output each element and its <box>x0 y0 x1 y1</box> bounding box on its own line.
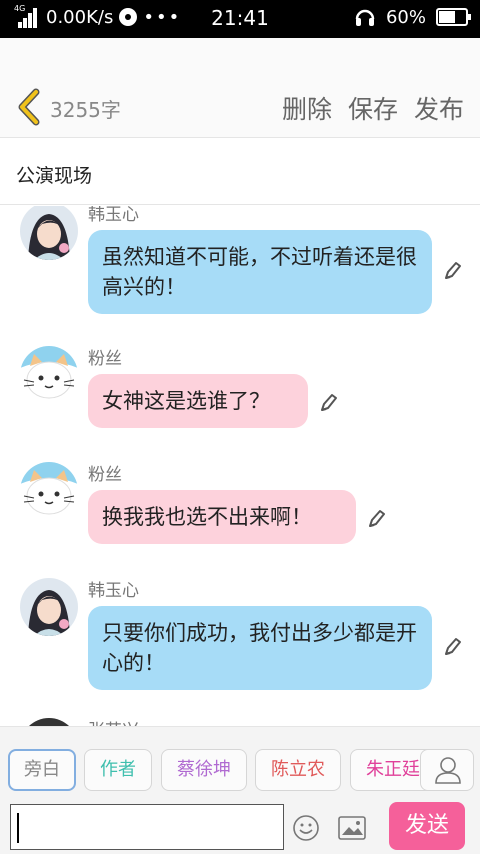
send-button[interactable]: 发送 <box>389 802 465 850</box>
header-actions: 删除 保存 发布 <box>282 90 464 126</box>
role-narrator[interactable]: 旁白 <box>8 749 76 791</box>
message-bubble[interactable]: 换我我也选不出来啊！ <box>88 490 356 544</box>
avatar[interactable] <box>20 578 78 636</box>
battery-icon <box>436 8 471 26</box>
text-caret <box>17 813 19 843</box>
sender-name: 韩玉心 <box>88 206 139 225</box>
sender-name: 粉丝 <box>88 465 122 485</box>
message-input[interactable] <box>10 804 284 850</box>
delete-button[interactable]: 删除 <box>282 90 332 126</box>
message-bubble[interactable]: 女神这是选谁了？ <box>88 374 308 428</box>
edit-pencil-icon[interactable] <box>442 636 462 658</box>
avatar[interactable] <box>20 346 78 404</box>
scene-title: 公演现场 <box>16 165 93 187</box>
role-author[interactable]: 作者 <box>84 749 152 791</box>
scene-title-bar[interactable]: 公演现场 <box>0 139 480 205</box>
editor-header: 3255字 删除 保存 发布 <box>0 38 480 138</box>
message-bubble[interactable]: 只要你们成功，我付出多少都是开心的！ <box>88 606 432 690</box>
edit-pencil-icon[interactable] <box>366 508 386 530</box>
sender-name: 韩玉心 <box>88 581 139 601</box>
battery-percent: 60% <box>385 6 426 28</box>
edit-pencil-icon[interactable] <box>442 260 462 282</box>
sender-name: 粉丝 <box>88 349 122 369</box>
role-selector: 旁白 作者 蔡徐坤 陈立农 朱正廷 <box>0 726 480 806</box>
composer: 发送 <box>0 796 480 854</box>
chat-list[interactable]: 韩玉心 虽然知道不可能，不过听着还是很高兴的！ 粉丝 女神这是选谁了？ 粉丝 换… <box>0 206 480 726</box>
publish-button[interactable]: 发布 <box>414 90 464 126</box>
role-cai-xukun[interactable]: 蔡徐坤 <box>161 749 247 791</box>
avatar[interactable] <box>20 462 78 520</box>
smiley-icon[interactable] <box>292 814 320 842</box>
headphones-icon <box>355 9 375 26</box>
save-button[interactable]: 保存 <box>348 90 398 126</box>
edit-pencil-icon[interactable] <box>318 392 338 414</box>
contacts-user-icon[interactable] <box>420 749 474 791</box>
status-right: 60% <box>354 6 471 28</box>
word-count: 3255字 <box>50 98 121 122</box>
avatar[interactable] <box>20 206 78 260</box>
sender-name: 张艺兴 <box>88 716 139 726</box>
back-chevron-left-icon[interactable] <box>14 88 44 126</box>
avatar[interactable] <box>20 718 78 726</box>
role-chen-linong[interactable]: 陈立农 <box>255 749 341 791</box>
image-icon[interactable] <box>338 816 366 840</box>
status-bar: 4G 0.00K/s ••• 21:41 60% <box>0 0 480 38</box>
message-bubble[interactable]: 虽然知道不可能，不过听着还是很高兴的！ <box>88 230 432 314</box>
